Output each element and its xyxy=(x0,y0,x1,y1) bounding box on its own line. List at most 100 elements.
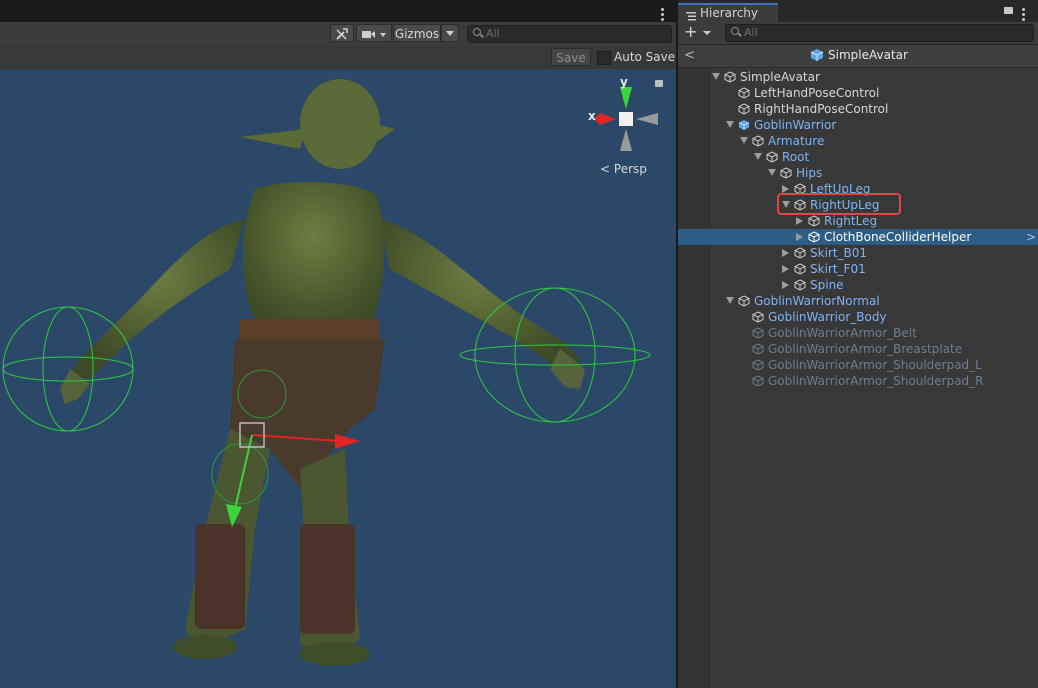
orientation-gizmo[interactable] xyxy=(586,79,666,159)
prefab-mode-header: < SimpleAvatar xyxy=(678,45,1038,68)
goblin-model-render xyxy=(2,79,651,666)
hierarchy-row[interactable]: Skirt_B01 xyxy=(678,245,1038,261)
lock-tab-icon[interactable] xyxy=(1004,7,1013,14)
expand-arrow-right-icon[interactable] xyxy=(782,185,789,193)
expand-arrow-right-icon[interactable] xyxy=(796,217,803,225)
expand-arrow-down-icon[interactable] xyxy=(740,137,748,144)
hierarchy-row[interactable]: ClothBoneColliderHelper > xyxy=(678,229,1038,245)
tab-hierarchy[interactable]: Hierarchy xyxy=(678,3,778,22)
gameobject-cube-icon xyxy=(752,375,764,387)
gizmo-neg-x-icon xyxy=(636,113,658,125)
hierarchy-more-menu-icon[interactable] xyxy=(1022,8,1025,23)
scene-more-menu-icon[interactable] xyxy=(661,8,664,23)
persp-label: Persp xyxy=(613,162,647,176)
autosave-label: Auto Save xyxy=(614,50,676,64)
hierarchy-row[interactable]: Skirt_F01 xyxy=(678,261,1038,277)
hierarchy-row[interactable]: RightHandPoseControl xyxy=(678,101,1038,117)
gizmo-neg-y-icon xyxy=(620,129,632,151)
expand-arrow-right-icon[interactable] xyxy=(782,281,789,289)
add-object-button[interactable]: + xyxy=(684,23,711,41)
hierarchy-panel: Hierarchy + All < SimpleAvatar SimpleAva… xyxy=(678,0,1038,688)
autosave-checkbox[interactable] xyxy=(597,51,611,65)
gameobject-cube-icon xyxy=(752,327,764,339)
hierarchy-row[interactable]: GoblinWarriorNormal xyxy=(678,293,1038,309)
hierarchy-row[interactable]: RightLeg xyxy=(678,213,1038,229)
expand-arrow-down-icon[interactable] xyxy=(726,121,734,128)
gizmo-x-label: x xyxy=(588,109,596,123)
search-icon xyxy=(473,28,481,36)
hierarchy-search-input[interactable]: All xyxy=(725,24,1034,42)
hierarchy-row[interactable]: SimpleAvatar xyxy=(678,69,1038,85)
chevron-down-icon xyxy=(446,31,454,36)
camera-icon xyxy=(362,31,386,38)
hierarchy-row[interactable]: GoblinWarriorArmor_Breastplate xyxy=(678,341,1038,357)
chevron-right-icon[interactable]: > xyxy=(1026,229,1036,245)
scene-viewport[interactable]: y x < Persp xyxy=(0,69,676,688)
hierarchy-row[interactable]: Spine xyxy=(678,277,1038,293)
expand-arrow-down-icon[interactable] xyxy=(726,297,734,304)
hierarchy-tab-bar: Hierarchy xyxy=(678,0,1038,22)
tools-icon xyxy=(336,28,348,40)
scene-view-panel: Gizmos All Save Auto Save y x < Persp xyxy=(0,0,676,688)
gameobject-cube-icon xyxy=(752,311,764,323)
gameobject-cube-icon xyxy=(738,103,750,115)
gameobject-cube-icon xyxy=(738,87,750,99)
back-arrow-icon[interactable]: < xyxy=(684,48,695,63)
expand-arrow-down-icon[interactable] xyxy=(768,169,776,176)
scene-save-bar: Save Auto Save xyxy=(0,46,676,69)
hierarchy-row[interactable]: GoblinWarrior xyxy=(678,117,1038,133)
lock-icon[interactable] xyxy=(655,80,663,87)
expand-arrow-down-icon[interactable] xyxy=(754,153,762,160)
hierarchy-row-label: GoblinWarriorArmor_Shoulderpad_R xyxy=(768,374,984,388)
hierarchy-row-label: GoblinWarriorArmor_Shoulderpad_L xyxy=(768,358,982,372)
gizmos-dropdown[interactable] xyxy=(441,24,459,42)
hierarchy-row-label: RightLeg xyxy=(824,214,878,228)
plus-icon: + xyxy=(684,22,698,41)
chevron-down-icon xyxy=(702,31,711,35)
gameobject-cube-icon xyxy=(794,247,806,259)
hierarchy-row-label: GoblinWarrior_Body xyxy=(768,310,887,324)
expand-arrow-down-icon[interactable] xyxy=(712,73,720,80)
scene-search-placeholder: All xyxy=(486,27,500,40)
hierarchy-row[interactable]: GoblinWarriorArmor_Belt xyxy=(678,325,1038,341)
hierarchy-row[interactable]: GoblinWarriorArmor_Shoulderpad_R xyxy=(678,373,1038,389)
hierarchy-row[interactable]: LeftHandPoseControl xyxy=(678,85,1038,101)
gameobject-cube-icon xyxy=(766,151,778,163)
prefab-title: SimpleAvatar xyxy=(828,48,908,62)
search-icon xyxy=(731,27,739,35)
expand-arrow-right-icon[interactable] xyxy=(796,233,803,241)
hierarchy-row-label: GoblinWarrior xyxy=(754,118,837,132)
gameobject-cube-icon xyxy=(752,135,764,147)
hierarchy-toolbar: + All xyxy=(678,22,1038,45)
gameobject-cube-icon xyxy=(794,263,806,275)
hierarchy-row[interactable]: Armature xyxy=(678,133,1038,149)
gizmo-y-label: y xyxy=(620,75,628,89)
projection-toggle[interactable]: < Persp xyxy=(600,162,647,176)
persp-arrow-icon: < xyxy=(600,162,611,176)
gameobject-cube-icon xyxy=(752,359,764,371)
expand-arrow-right-icon[interactable] xyxy=(782,249,789,257)
gizmos-toggle[interactable]: Gizmos xyxy=(393,24,441,42)
gizmo-center-cube xyxy=(619,112,633,126)
expand-arrow-right-icon[interactable] xyxy=(782,265,789,273)
hierarchy-row-label: Root xyxy=(782,150,810,164)
hierarchy-row[interactable]: GoblinWarrior_Body xyxy=(678,309,1038,325)
gameobject-cube-icon xyxy=(808,231,820,243)
hierarchy-row[interactable]: Root xyxy=(678,149,1038,165)
tools-button[interactable] xyxy=(330,24,354,42)
hierarchy-search-placeholder: All xyxy=(744,26,758,39)
scene-search-input[interactable]: All xyxy=(467,25,672,43)
gameobject-cube-icon xyxy=(752,343,764,355)
hierarchy-row-label: Armature xyxy=(768,134,825,148)
camera-dropdown[interactable] xyxy=(356,24,392,42)
hierarchy-row[interactable]: Hips xyxy=(678,165,1038,181)
gameobject-cube-icon xyxy=(724,71,736,83)
save-button[interactable]: Save xyxy=(551,48,591,66)
gameobject-cube-icon xyxy=(780,167,792,179)
hierarchy-row-label: LeftHandPoseControl xyxy=(754,86,880,100)
hierarchy-tab-label: Hierarchy xyxy=(700,6,759,20)
hierarchy-row[interactable]: GoblinWarriorArmor_Shoulderpad_L xyxy=(678,357,1038,373)
prefab-cube-icon xyxy=(810,48,824,65)
hierarchy-row-label: Skirt_F01 xyxy=(810,262,866,276)
prefab-cube-icon xyxy=(738,120,750,130)
